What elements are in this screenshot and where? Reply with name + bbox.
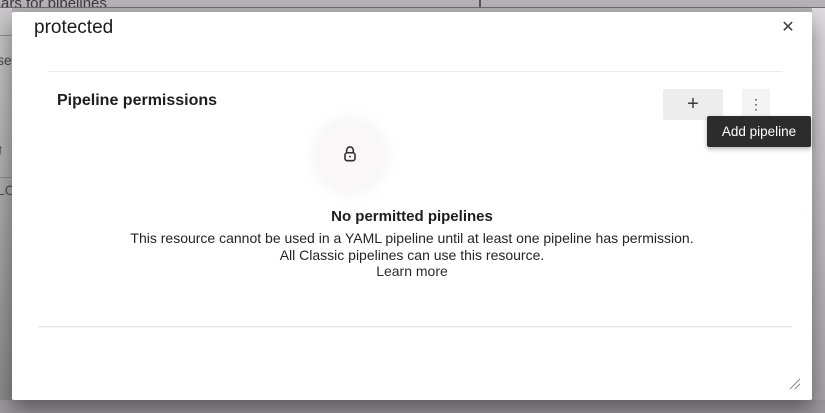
background-page-header: ars for pipelines: [0, 0, 825, 8]
plus-icon: +: [687, 93, 699, 116]
close-button[interactable]: ✕: [776, 15, 800, 39]
empty-state-illustration: [316, 122, 384, 190]
background-text-fragment: ↑: [0, 141, 4, 157]
close-icon: ✕: [781, 17, 794, 37]
dialog-title: protected: [34, 17, 113, 39]
empty-state-line1: This resource cannot be used in a YAML p…: [12, 230, 812, 247]
background-divider: [0, 177, 12, 178]
lock-icon: [340, 144, 360, 169]
background-page-text: ars for pipelines: [1, 0, 107, 8]
empty-state-title: No permitted pipelines: [12, 209, 812, 225]
background-divider-vertical: [479, 0, 481, 8]
add-pipeline-tooltip: Add pipeline: [707, 116, 811, 147]
header-divider: [48, 71, 782, 72]
resize-handle[interactable]: [788, 377, 800, 389]
background-bottom-strip: [0, 400, 825, 413]
empty-state-line2: All Classic pipelines can use this resou…: [12, 247, 812, 264]
background-text-fragment: LO: [0, 182, 12, 198]
background-right-strip: [812, 8, 825, 400]
footer-divider: [38, 326, 792, 327]
background-divider: [0, 35, 12, 36]
kebab-menu-icon: ⋮: [749, 96, 763, 113]
empty-state-text: No permitted pipelines This resource can…: [12, 209, 812, 281]
learn-more-link[interactable]: Learn more: [376, 263, 448, 280]
section-heading: Pipeline permissions: [57, 92, 217, 110]
pipeline-permissions-dialog: protected ✕ Pipeline permissions + ⋮ Add…: [12, 12, 812, 400]
background-text-fragment: se: [0, 52, 12, 68]
background-left-strip: se ↑ LO: [0, 8, 12, 400]
